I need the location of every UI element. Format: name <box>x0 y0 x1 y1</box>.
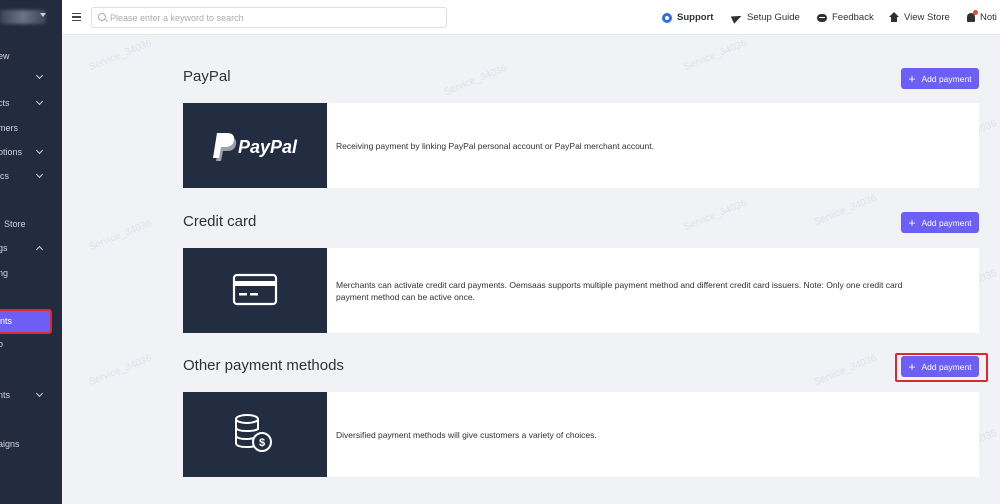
sidebar-item-label: ew <box>0 51 10 61</box>
watermark: Service_34036 <box>442 62 509 99</box>
watermark: Service_34036 <box>87 352 154 389</box>
section-title-credit-card: Credit card <box>183 213 257 230</box>
plus-icon: + <box>908 71 916 86</box>
credit-card-description: Merchants can activate credit card payme… <box>336 279 961 303</box>
watermark: Service_34036 <box>682 197 749 234</box>
sidebar-item-label: otions <box>0 147 23 157</box>
send-icon <box>730 11 744 24</box>
chevron-up-icon <box>35 245 44 254</box>
payments-page: Service_34036 Service_34036 Service_3403… <box>62 35 1000 504</box>
chevron-down-icon <box>35 97 44 106</box>
credit-card-icon <box>232 273 278 306</box>
chat-icon <box>817 13 827 22</box>
sidebar-item-analytics[interactable]: ics <box>0 166 62 186</box>
watermark: Service_34036 <box>87 217 154 254</box>
sidebar-item-online-store[interactable]: Store <box>0 214 62 234</box>
bell-icon <box>967 10 978 22</box>
chevron-down-icon <box>35 389 44 398</box>
support-icon <box>662 12 672 23</box>
add-payment-label: Add payment <box>921 73 972 84</box>
highlight-box <box>895 353 988 382</box>
paypal-icon: PayPal <box>213 133 298 161</box>
sidebar-item-label: gs <box>0 243 8 253</box>
sidebar-item-promotions[interactable]: otions <box>0 142 62 162</box>
watermark: Service_34036 <box>812 192 879 229</box>
other-methods-card[interactable]: $ Diversified payment methods will give … <box>183 392 979 477</box>
paypal-logo-text: PayPal <box>238 137 298 157</box>
section-title-other-methods: Other payment methods <box>183 357 344 374</box>
sidebar-item-orders[interactable] <box>0 67 62 87</box>
setup-guide-label: Setup Guide <box>747 12 800 23</box>
sidebar-item-payments[interactable]: nts <box>0 309 52 334</box>
feedback-link[interactable]: Feedback <box>817 0 874 35</box>
search-input[interactable] <box>110 10 440 25</box>
other-methods-description: Diversified payment methods will give cu… <box>336 430 597 440</box>
view-store-label: View Store <box>904 12 950 23</box>
credit-card-logo-panel <box>183 248 327 333</box>
plus-icon: + <box>908 215 916 230</box>
sidebar-item-settings[interactable]: gs <box>0 238 62 258</box>
paypal-description: Receiving payment by linking PayPal pers… <box>336 141 654 151</box>
top-header: Support Setup Guide Feedback View Store … <box>62 0 1000 35</box>
sidebar-item-label: ics <box>0 171 9 181</box>
notifications-label: Noti <box>980 12 997 23</box>
sidebar-item-label: nts <box>0 316 13 326</box>
sidebar-item-label: Store <box>4 219 26 229</box>
other-methods-logo-panel: $ <box>183 392 327 477</box>
setup-guide-link[interactable]: Setup Guide <box>730 0 800 35</box>
credit-card-description-line: Merchants can activate credit card payme… <box>336 280 903 290</box>
sidebar-item-info[interactable]: o <box>0 334 62 354</box>
watermark: Service_34036 <box>87 37 154 74</box>
chevron-down-icon <box>35 146 44 155</box>
notifications-link[interactable]: Noti <box>967 0 997 35</box>
sidebar-item-shipping[interactable]: ng <box>0 263 62 283</box>
support-label: Support <box>677 12 714 23</box>
chevron-down-icon <box>40 13 46 17</box>
sidebar-item-customers[interactable]: mers <box>0 118 62 138</box>
menu-toggle-icon[interactable] <box>72 13 81 21</box>
add-payment-button-paypal[interactable]: + Add payment <box>901 68 979 89</box>
sidebar-item-overview[interactable]: ew <box>0 46 62 66</box>
feedback-label: Feedback <box>832 12 874 23</box>
search-icon <box>98 13 106 21</box>
sidebar-item-accounts[interactable]: nts <box>0 385 62 405</box>
watermark: Service_34036 <box>682 37 749 74</box>
add-payment-button-credit-card[interactable]: + Add payment <box>901 212 979 233</box>
credit-card-card[interactable]: Merchants can activate credit card payme… <box>183 248 979 333</box>
sidebar-item-label: mers <box>0 123 18 133</box>
notification-dot <box>973 10 978 15</box>
paypal-card[interactable]: PayPal Receiving payment by linking PayP… <box>183 103 979 188</box>
sidebar-item-label: o <box>0 339 4 349</box>
view-store-link[interactable]: View Store <box>889 0 950 35</box>
home-icon <box>889 12 899 22</box>
sidebar-item-label: aigns <box>0 439 20 449</box>
sidebar-item-campaigns[interactable]: aigns <box>0 434 62 454</box>
chevron-down-icon <box>35 170 44 179</box>
sidebar-item-label: nts <box>0 390 11 400</box>
dollar-icon: $ <box>259 437 265 449</box>
sidebar-item-label: cts <box>0 98 10 108</box>
sidebar-item-products[interactable]: cts <box>0 93 62 113</box>
search-box[interactable] <box>91 7 447 28</box>
add-payment-label: Add payment <box>921 217 972 228</box>
sidebar: ew cts mers otions ics Store gs ng nts o… <box>0 0 62 504</box>
sidebar-item-label: ng <box>0 268 9 278</box>
coins-icon: $ <box>235 414 272 452</box>
chevron-down-icon <box>35 71 44 80</box>
section-title-paypal: PayPal <box>183 68 231 85</box>
paypal-logo-panel: PayPal <box>183 103 327 188</box>
credit-card-description-line: payment method can be active once. <box>336 292 475 302</box>
watermark: Service_34036 <box>812 352 879 389</box>
support-link[interactable]: Support <box>662 0 713 35</box>
